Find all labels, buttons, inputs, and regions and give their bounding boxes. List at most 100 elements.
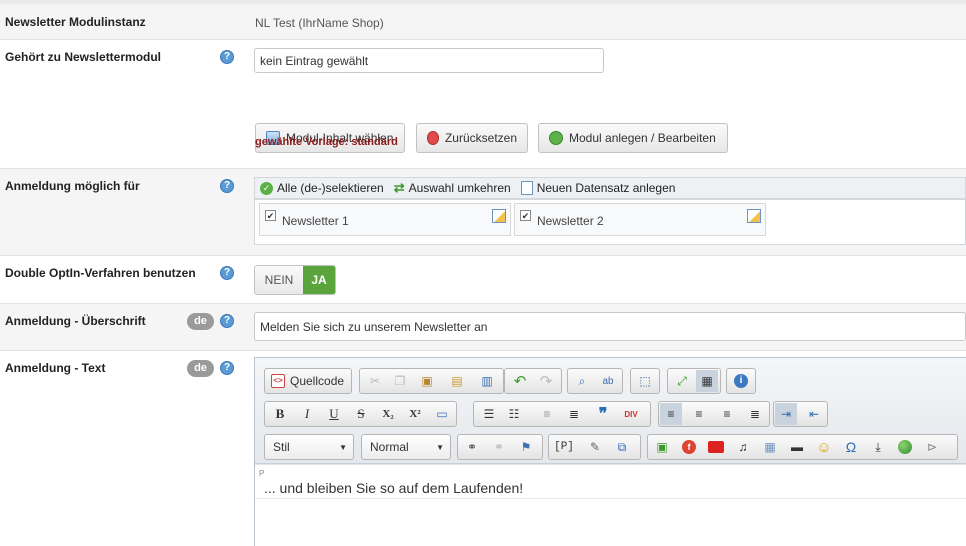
horizontal-rule-icon[interactable]: ▬ bbox=[786, 436, 808, 458]
cut-icon[interactable]: ✂ bbox=[364, 370, 386, 392]
page-break-icon[interactable]: ⤓ bbox=[867, 436, 889, 458]
select-all-icon[interactable]: ⬚ bbox=[634, 370, 656, 392]
flash-icon[interactable]: f bbox=[678, 436, 700, 458]
link-icon[interactable]: ⚭ bbox=[461, 436, 483, 458]
justify-group: ≡ ≡ ≡ ≣ bbox=[658, 401, 770, 427]
paste-word-icon[interactable]: ▥ bbox=[476, 370, 498, 392]
row-newsletter-module: Gehört zu Newslettermodul ? kein Eintrag… bbox=[0, 40, 966, 169]
anchor-flag-icon[interactable]: ⚑ bbox=[515, 436, 537, 458]
style-select[interactable]: Stil ▼ bbox=[264, 434, 354, 460]
smiley-icon[interactable]: ☺ bbox=[813, 436, 835, 458]
attachment-icon[interactable]: ✎ bbox=[584, 436, 606, 458]
label-signup-heading: Anmeldung - Überschrift bbox=[5, 314, 146, 328]
check-circle-icon: ✓ bbox=[260, 181, 273, 195]
subscript-icon[interactable]: X₂ bbox=[377, 403, 399, 425]
outdent-icon[interactable]: ≡ bbox=[536, 403, 558, 425]
invert-selection-action[interactable]: ⇄ Auswahl umkehren bbox=[394, 180, 511, 196]
module-select-input[interactable]: kein Eintrag gewählt bbox=[254, 48, 604, 73]
signup-actions-bar: ✓ Alle (de-)selektieren ⇄ Auswahl umkehr… bbox=[254, 177, 966, 199]
iframe-icon-globe bbox=[898, 440, 912, 454]
rtl-icon[interactable]: ⇤ bbox=[803, 403, 825, 425]
chevron-down-icon: ▼ bbox=[436, 442, 444, 452]
row-signup-heading: Anmeldung - Überschrift de ? Melden Sie … bbox=[0, 304, 966, 351]
view-group: ⤢ ▦ bbox=[667, 368, 721, 394]
checkbox[interactable]: ✔ bbox=[520, 210, 531, 221]
select-all-label: Alle (de-)selektieren bbox=[277, 181, 384, 195]
format-select[interactable]: Normal ▼ bbox=[361, 434, 451, 460]
italic-icon[interactable]: I bbox=[296, 403, 318, 425]
unlink-icon[interactable]: ⚭ bbox=[488, 436, 510, 458]
remove-format-icon[interactable]: ▭ bbox=[431, 403, 453, 425]
chevron-down-icon: ▼ bbox=[339, 442, 347, 452]
ltr-icon[interactable]: ⇥ bbox=[775, 403, 797, 425]
optin-toggle[interactable]: NEIN JA bbox=[254, 265, 336, 295]
create-edit-module-button[interactable]: Modul anlegen / Bearbeiten bbox=[538, 123, 728, 153]
numbered-list-icon[interactable]: ☰ bbox=[478, 403, 500, 425]
embed-icon[interactable]: ⊳ bbox=[921, 436, 943, 458]
special-char-icon[interactable]: Ω bbox=[840, 436, 862, 458]
underline-icon[interactable]: U bbox=[323, 403, 345, 425]
blockquote-icon[interactable]: ❞ bbox=[592, 403, 614, 425]
image-icon[interactable]: ▣ bbox=[651, 436, 673, 458]
source-code-icon: <> bbox=[271, 374, 285, 388]
edit-icon[interactable] bbox=[747, 209, 761, 223]
undo-icon[interactable]: ↶ bbox=[509, 370, 531, 392]
label-signup-text: Anmeldung - Text bbox=[5, 361, 106, 375]
insert-group: ▣ f ♫ ▦ ▬ ☺ Ω ⤓ ⊳ bbox=[647, 434, 958, 460]
instance-value: NL Test (IhrName Shop) bbox=[255, 16, 384, 30]
help-icon[interactable]: ? bbox=[220, 50, 234, 64]
invert-selection-label: Auswahl umkehren bbox=[408, 181, 511, 195]
redo-icon[interactable]: ↷ bbox=[535, 370, 557, 392]
info-icon[interactable]: i bbox=[730, 370, 752, 392]
editor-content[interactable]: P ... und bleiben Sie so auf dem Laufend… bbox=[255, 464, 966, 546]
template-note: gewählte Vorlage: standard bbox=[255, 136, 398, 148]
signup-heading-input[interactable]: Melden Sie sich zu unserem Newsletter an bbox=[254, 312, 966, 341]
row-signup-text: Anmeldung - Text de ? <> Quellcode ✂ ❐ ▣… bbox=[0, 351, 966, 546]
optin-yes-option[interactable]: JA bbox=[303, 266, 335, 294]
replace-icon[interactable]: ab bbox=[597, 370, 619, 392]
help-icon[interactable]: ? bbox=[220, 314, 234, 328]
strikethrough-icon[interactable]: S bbox=[350, 403, 372, 425]
template-icon[interactable]: ⧉ bbox=[611, 436, 633, 458]
bulleted-list-icon[interactable]: ☷ bbox=[503, 403, 525, 425]
source-code-button[interactable]: <> Quellcode bbox=[264, 368, 352, 394]
youtube-icon[interactable] bbox=[705, 436, 727, 458]
paragraph-group: ☰ ☷ ≡ ≣ ❞ DIV bbox=[473, 401, 651, 427]
find-icon[interactable]: ⌕ bbox=[571, 370, 593, 392]
select-all-action[interactable]: ✓ Alle (de-)selektieren bbox=[260, 181, 384, 195]
text-direction-group: ⇥ ⇤ bbox=[773, 401, 828, 427]
iframe-icon[interactable] bbox=[894, 436, 916, 458]
checkbox[interactable]: ✔ bbox=[265, 210, 276, 221]
reset-button[interactable]: Zurücksetzen bbox=[416, 123, 528, 153]
align-right-icon[interactable]: ≡ bbox=[716, 403, 738, 425]
content-divider bbox=[255, 498, 966, 499]
paste-icon[interactable]: ▣ bbox=[416, 370, 438, 392]
help-icon[interactable]: ? bbox=[220, 266, 234, 280]
media-icon[interactable]: ♫ bbox=[732, 436, 754, 458]
row-signup-for: Anmeldung möglich für ? ✓ Alle (de-)sele… bbox=[0, 169, 966, 256]
indent-icon[interactable]: ≣ bbox=[563, 403, 585, 425]
align-justify-icon[interactable]: ≣ bbox=[744, 403, 766, 425]
div-container-icon[interactable]: DIV bbox=[620, 403, 642, 425]
superscript-icon[interactable]: X² bbox=[404, 403, 426, 425]
align-left-icon[interactable]: ≡ bbox=[660, 403, 682, 425]
list-item[interactable]: ✔ Newsletter 1 bbox=[259, 203, 511, 236]
source-code-label: Quellcode bbox=[290, 374, 345, 388]
table-icon[interactable]: ▦ bbox=[759, 436, 781, 458]
list-item[interactable]: ✔ Newsletter 2 bbox=[514, 203, 766, 236]
new-record-icon bbox=[520, 181, 533, 195]
show-blocks-icon[interactable]: ▦ bbox=[696, 370, 718, 392]
optin-no-option[interactable]: NEIN bbox=[255, 266, 303, 294]
new-record-action[interactable]: Neuen Datensatz anlegen bbox=[520, 181, 675, 195]
maximize-icon[interactable]: ⤢ bbox=[671, 370, 693, 392]
help-icon[interactable]: ? bbox=[220, 179, 234, 193]
edit-icon[interactable] bbox=[492, 209, 506, 223]
reset-icon bbox=[427, 131, 439, 145]
bold-icon[interactable]: B bbox=[269, 403, 291, 425]
help-icon[interactable]: ? bbox=[220, 361, 234, 375]
template-placeholder-icon[interactable]: [P] bbox=[551, 436, 577, 458]
align-center-icon[interactable]: ≡ bbox=[688, 403, 710, 425]
path-tag: P bbox=[259, 469, 265, 478]
copy-icon[interactable]: ❐ bbox=[389, 370, 411, 392]
paste-text-icon[interactable]: ▤ bbox=[446, 370, 468, 392]
